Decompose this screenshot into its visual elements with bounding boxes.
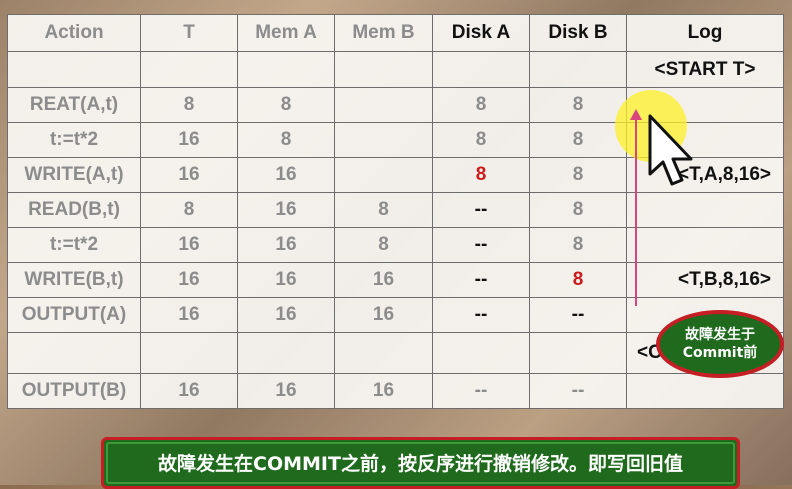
header-action: Action <box>7 14 141 52</box>
cell-disk-b: 8 <box>529 227 627 263</box>
undo-arrow-line <box>635 118 637 306</box>
cell-mem-b: 8 <box>334 192 433 228</box>
cell-t: 16 <box>140 227 238 263</box>
callout-line1: 故障发生于 <box>685 327 755 343</box>
cell-log <box>626 192 784 228</box>
explanation-banner: 故障发生在COMMIT之前，按反序进行撤销修改。即写回旧值 <box>101 437 740 489</box>
cell-log: <T,B,8,16> <box>626 262 784 298</box>
cell-disk-b <box>529 332 627 374</box>
cell-action: t:=t*2 <box>7 227 141 263</box>
cell-t <box>140 332 238 374</box>
cell-action: OUTPUT(B) <box>7 373 141 409</box>
table-row: READ(B,t) 8 16 8 -- 8 <box>7 192 784 228</box>
cell-mem-b: 8 <box>334 227 433 263</box>
cell-disk-b: -- <box>529 373 627 409</box>
cell-mem-a: 16 <box>237 157 335 193</box>
cell-disk-a: -- <box>432 227 530 263</box>
cell-action: READ(B,t) <box>7 192 141 228</box>
cell-mem-a: 16 <box>237 192 335 228</box>
cell-action <box>7 51 141 88</box>
cell-log <box>626 373 784 409</box>
table-row: t:=t*2 16 16 8 -- 8 <box>7 227 784 263</box>
cell-mem-b <box>334 332 433 374</box>
cell-disk-b <box>529 51 627 88</box>
cell-log: <START T> <box>626 51 784 88</box>
header-mem-a: Mem A <box>237 14 335 52</box>
cell-mem-a <box>237 332 335 374</box>
cell-disk-b: 8 <box>529 122 627 158</box>
cell-mem-b <box>334 87 433 123</box>
banner-text: 故障发生在COMMIT之前，按反序进行撤销修改。即写回旧值 <box>106 442 735 484</box>
table-header-row: Action T Mem A Mem B Disk A Disk B Log <box>7 14 784 52</box>
cell-disk-a: -- <box>432 373 530 409</box>
header-disk-a: Disk A <box>432 14 530 52</box>
cell-t <box>140 51 238 88</box>
cell-t: 8 <box>140 192 238 228</box>
table-row: <START T> <box>7 51 784 88</box>
cell-disk-a: -- <box>432 297 530 333</box>
header-log: Log <box>626 14 784 52</box>
cell-mem-b <box>334 122 433 158</box>
table-row: OUTPUT(B) 16 16 16 -- -- <box>7 373 784 409</box>
cell-mem-a: 16 <box>237 262 335 298</box>
cell-action: WRITE(A,t) <box>7 157 141 193</box>
cell-mem-a: 16 <box>237 227 335 263</box>
header-mem-b: Mem B <box>334 14 433 52</box>
cell-mem-a: 16 <box>237 297 335 333</box>
cell-mem-b <box>334 51 433 88</box>
cell-mem-b <box>334 157 433 193</box>
cell-t: 16 <box>140 122 238 158</box>
table-row: WRITE(B,t) 16 16 16 -- 8 <T,B,8,16> <box>7 262 784 298</box>
cell-action <box>7 332 141 374</box>
cell-disk-a <box>432 51 530 88</box>
cell-mem-b: 16 <box>334 262 433 298</box>
cell-t: 16 <box>140 297 238 333</box>
cell-disk-b: 8 <box>529 192 627 228</box>
cell-disk-a: 8 <box>432 87 530 123</box>
mouse-cursor-icon <box>648 114 693 186</box>
cell-action: OUTPUT(A) <box>7 297 141 333</box>
cell-t: 16 <box>140 157 238 193</box>
cell-t: 16 <box>140 373 238 409</box>
cell-disk-b: 8 <box>529 87 627 123</box>
cell-disk-b: 8 <box>529 157 627 193</box>
cell-mem-a: 16 <box>237 373 335 409</box>
cell-action: REAT(A,t) <box>7 87 141 123</box>
cell-disk-b: -- <box>529 297 627 333</box>
cell-action: t:=t*2 <box>7 122 141 158</box>
cell-t: 8 <box>140 87 238 123</box>
cell-t: 16 <box>140 262 238 298</box>
cell-disk-a: 8 <box>432 157 530 193</box>
cell-disk-a <box>432 332 530 374</box>
cell-mem-a <box>237 51 335 88</box>
cell-disk-a: 8 <box>432 122 530 158</box>
cell-mem-b: 16 <box>334 297 433 333</box>
cell-mem-b: 16 <box>334 373 433 409</box>
failure-callout: 故障发生于 Commit前 <box>656 310 784 378</box>
cell-log <box>626 227 784 263</box>
cell-action: WRITE(B,t) <box>7 262 141 298</box>
callout-line2: Commit前 <box>682 345 758 361</box>
cell-disk-b: 8 <box>529 262 627 298</box>
cell-mem-a: 8 <box>237 87 335 123</box>
header-t: T <box>140 14 238 52</box>
cell-disk-a: -- <box>432 192 530 228</box>
cell-disk-a: -- <box>432 262 530 298</box>
header-disk-b: Disk B <box>529 14 627 52</box>
cell-mem-a: 8 <box>237 122 335 158</box>
